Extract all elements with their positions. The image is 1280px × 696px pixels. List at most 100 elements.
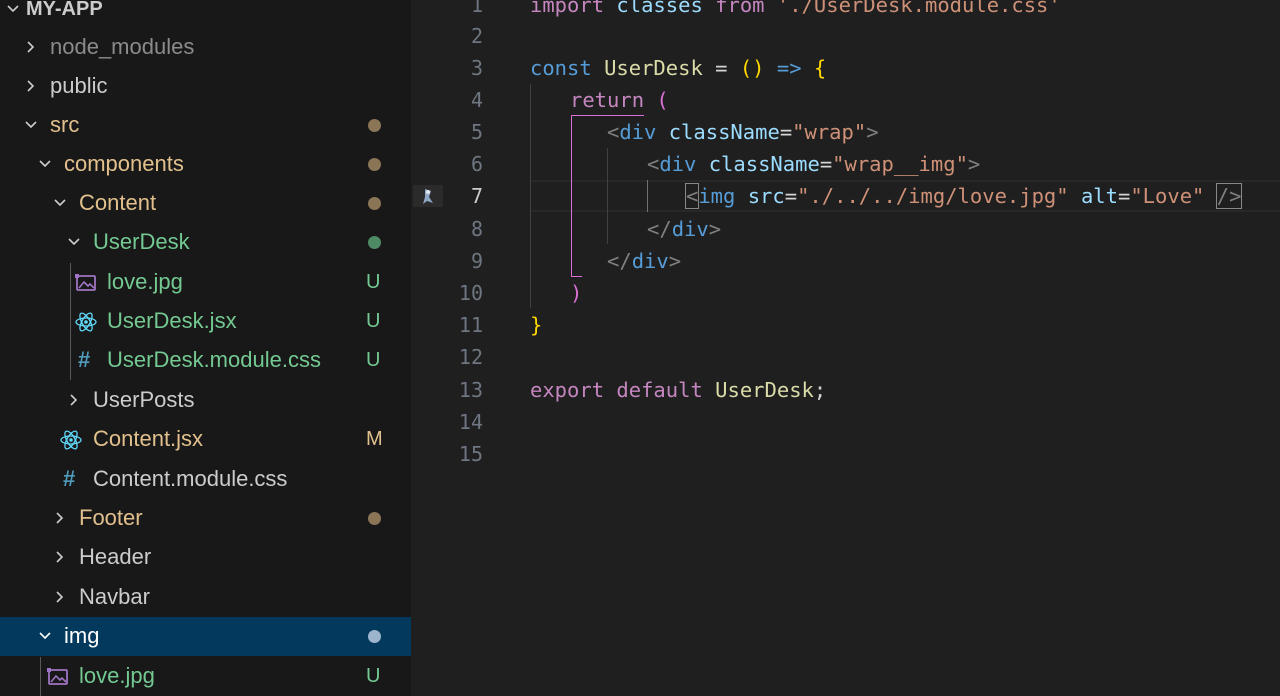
tree-item-content-css[interactable]: # Content.module.css [0, 460, 411, 499]
tree-item-label: UserDesk.module.css [107, 347, 321, 372]
tag-name: div [659, 152, 697, 176]
tag-bracket: </ [607, 249, 632, 273]
tag-bracket: < [607, 120, 620, 144]
tree-item-components[interactable]: components [0, 145, 411, 184]
tree-item-label: UserDesk.jsx [107, 308, 237, 333]
line-number: 5 [470, 120, 483, 144]
chevron-right-icon [49, 578, 69, 617]
code-line-8: </div> [647, 216, 721, 242]
tree-item-content[interactable]: Content [0, 184, 411, 223]
tree-item-header[interactable]: Header [0, 538, 411, 577]
code-line-11: } [530, 312, 542, 338]
explorer-root-header[interactable]: MY-APP [0, 0, 411, 29]
chevron-down-icon [34, 617, 54, 656]
operator: = [819, 152, 833, 176]
explorer-sidebar: MY-APP node_modules public src component… [0, 0, 411, 696]
attribute-value: "wrap" [792, 120, 867, 144]
close-brace: } [530, 313, 543, 337]
tag-name: div [631, 249, 669, 273]
close-paren: ) [570, 281, 583, 305]
code-editor[interactable]: 1 2 3 4 5 6 7 8 9 10 11 12 13 14 15 impo… [411, 0, 1280, 696]
indent-guide [70, 341, 71, 380]
indent-guide-active [647, 180, 648, 212]
tree-item-label: UserPosts [93, 387, 195, 412]
parens: () [739, 56, 765, 80]
operator: = [779, 120, 793, 144]
tree-item-public[interactable]: public [0, 67, 411, 106]
chevron-right-icon [63, 381, 83, 420]
code-line-13: export default UserDesk; [530, 377, 826, 403]
tree-item-label: Header [79, 544, 152, 569]
line-number: 13 [458, 378, 483, 402]
chevron-down-icon [34, 145, 54, 184]
keyword-default: default [616, 378, 703, 402]
open-paren: ( [656, 88, 669, 112]
tree-item-userposts[interactable]: UserPosts [0, 381, 411, 420]
line-number: 12 [458, 345, 483, 369]
open-brace: { [813, 56, 827, 80]
react-icon [60, 429, 82, 451]
keyword-return: return [570, 88, 645, 112]
bracket-pair-guide [571, 116, 572, 276]
untracked-dot [368, 236, 381, 249]
tag-bracket: > [708, 217, 722, 241]
string-literal: './UserDesk.module.css' [776, 0, 1061, 17]
tree-item-label: UserDesk [93, 229, 190, 254]
tree-item-content-jsx[interactable]: Content.jsx M [0, 420, 411, 459]
css-hash-icon: # [63, 466, 76, 491]
modified-dot [368, 119, 381, 132]
tree-item-userdesk-css[interactable]: # UserDesk.module.css U [0, 341, 411, 380]
tree-item-label: img [64, 623, 100, 648]
modified-dot [368, 158, 381, 171]
operator: = [1118, 184, 1131, 208]
tag-bracket-matched: /> [1215, 183, 1243, 209]
tree-item-userdesk-jsx[interactable]: UserDesk.jsx U [0, 302, 411, 341]
tag-name: img [698, 184, 736, 208]
keyword-export: export [530, 378, 605, 402]
code-line-7: <img src="./../../img/love.jpg" alt="Lov… [684, 183, 1243, 209]
tag-name: div [671, 217, 709, 241]
css-hash-icon: # [78, 347, 91, 372]
attribute-name: alt [1080, 184, 1118, 208]
tag-name: div [619, 120, 657, 144]
bracket-pair-guide [571, 115, 644, 116]
tree-item-img-love-jpg[interactable]: love.jpg U [0, 657, 411, 696]
tag-bracket: > [866, 120, 879, 144]
tree-item-footer[interactable]: Footer [0, 499, 411, 538]
indent-guide [40, 657, 41, 696]
indent-guide [70, 263, 71, 302]
tree-item-love-jpg[interactable]: love.jpg U [0, 263, 411, 302]
tree-item-label: components [64, 151, 184, 176]
keyword-import: import [530, 0, 605, 17]
tree-item-label: Content.module.css [93, 466, 288, 491]
tree-item-src[interactable]: src [0, 106, 411, 145]
tree-item-label: src [50, 112, 80, 137]
line-number: 6 [470, 152, 483, 176]
tag-bracket: > [967, 152, 981, 176]
tag-bracket: </ [647, 217, 672, 241]
chevron-down-icon [63, 223, 83, 262]
git-status-badge: U [366, 271, 381, 293]
react-icon [75, 311, 97, 333]
tree-item-img[interactable]: img [0, 617, 411, 656]
tree-item-label: love.jpg [107, 269, 183, 294]
indent-guide [607, 148, 608, 244]
code-line-1: import classes from './UserDesk.module.c… [530, 0, 1061, 18]
tag-bracket-matched: < [684, 183, 700, 209]
code-line-4: return ( [570, 87, 669, 113]
git-status-badge: U [366, 665, 381, 687]
arrow-operator: => [776, 56, 802, 80]
tree-item-userdesk[interactable]: UserDesk [0, 223, 411, 262]
function-name: UserDesk [604, 56, 703, 80]
line-number: 2 [470, 24, 483, 48]
identifier: classes [616, 0, 703, 17]
tree-item-node-modules[interactable]: node_modules [0, 28, 411, 67]
operator: = [784, 184, 798, 208]
tree-item-navbar[interactable]: Navbar [0, 578, 411, 617]
line-number: 15 [458, 442, 483, 466]
code-line-9: </div> [607, 248, 681, 274]
line-number: 4 [470, 88, 483, 112]
line-number: 9 [470, 249, 483, 273]
attribute-value: "Love" [1130, 184, 1205, 208]
line-number-active: 7 [470, 184, 483, 208]
